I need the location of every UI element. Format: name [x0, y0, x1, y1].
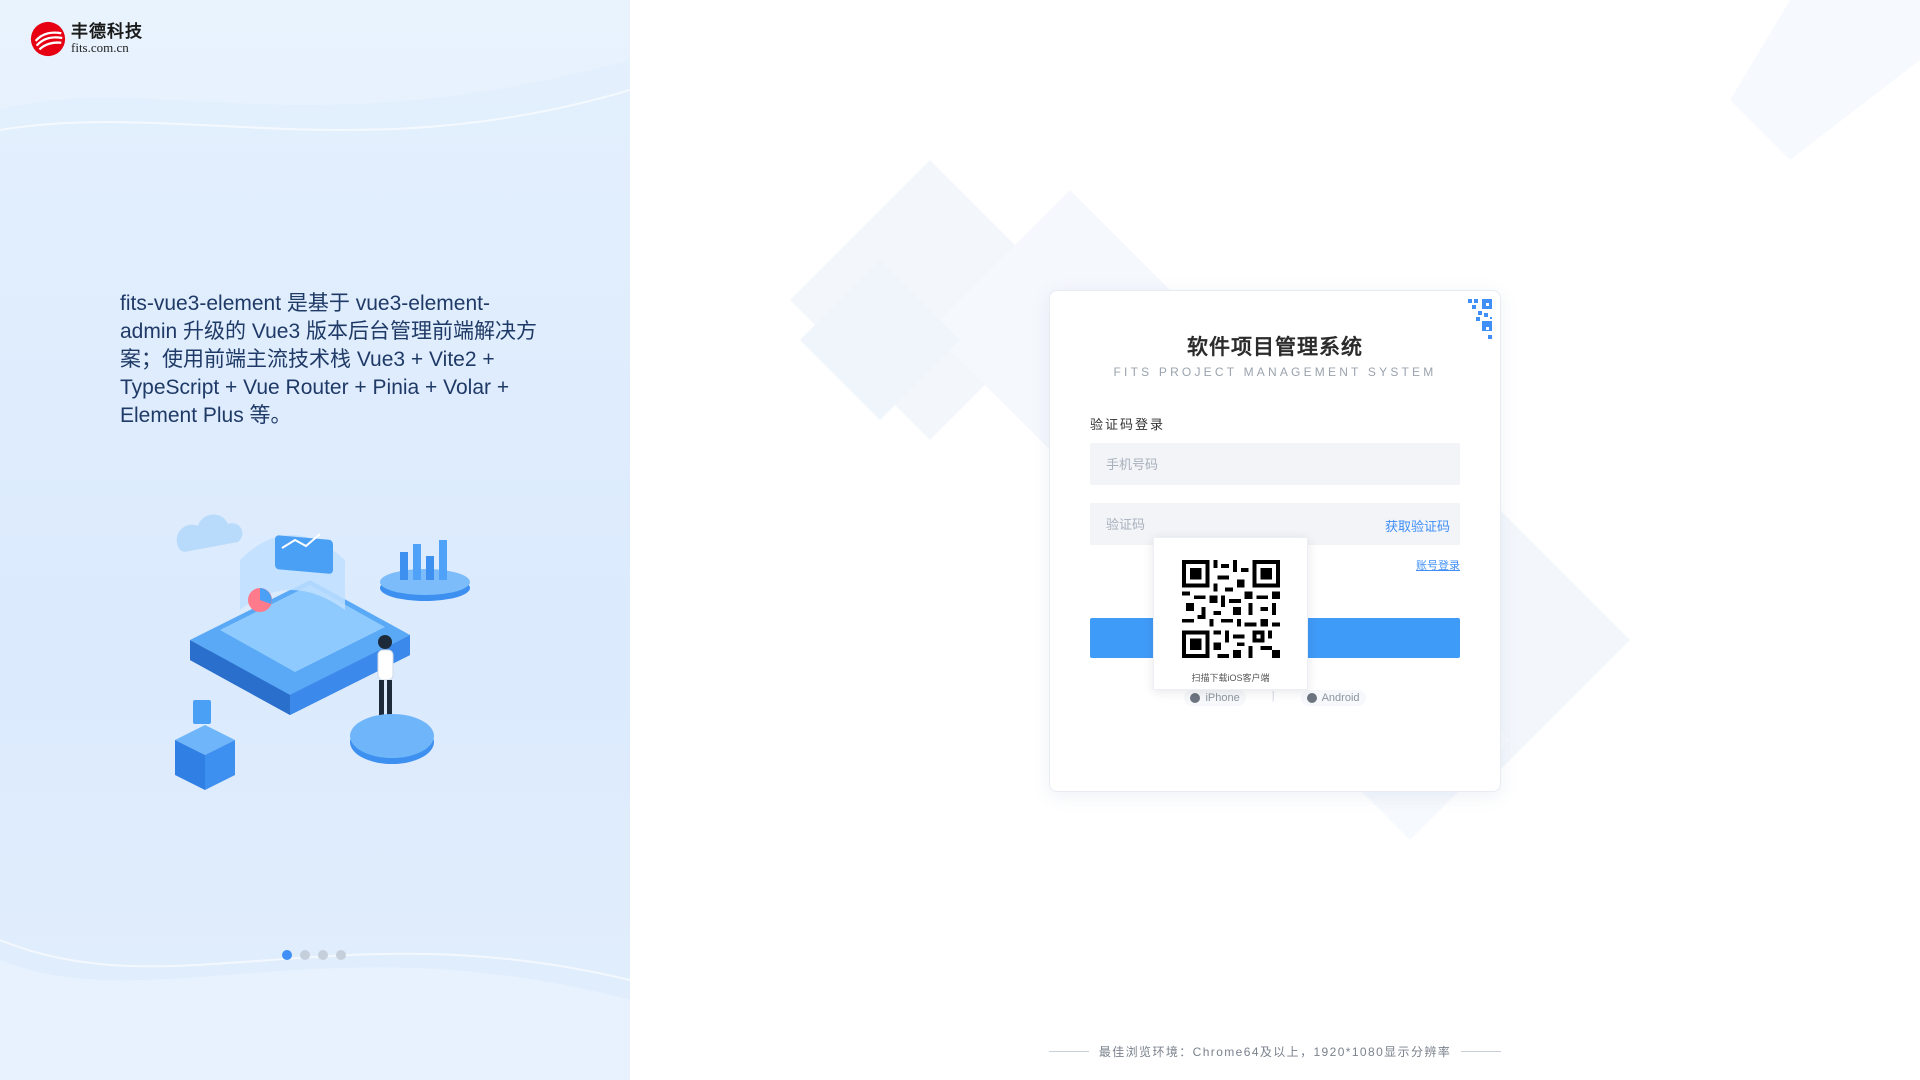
carousel-dot-1[interactable] — [282, 950, 292, 960]
brand-logo: 丰德科技 fits.com.cn — [29, 20, 143, 58]
get-code-button[interactable]: 获取验证码 — [1385, 516, 1450, 535]
app-download-links: iPhone | Android — [1050, 690, 1500, 706]
carousel-dot-2[interactable] — [300, 950, 310, 960]
iphone-label: iPhone — [1205, 692, 1240, 704]
account-login-link[interactable]: 账号登录 — [1416, 557, 1460, 573]
brand-domain: fits.com.cn — [71, 40, 129, 56]
android-label: Android — [1321, 692, 1360, 704]
left-panel: 丰德科技 fits.com.cn fits-vue3-element 是基于 v… — [0, 0, 630, 1080]
ios-qr-popup: 扫描下载iOS客户端 — [1153, 537, 1308, 690]
carousel-dot-4[interactable] — [336, 950, 346, 960]
phone-field — [1090, 443, 1460, 485]
phone-input[interactable] — [1090, 443, 1460, 485]
brand-logo-icon — [30, 21, 66, 57]
apple-icon — [1190, 693, 1201, 703]
wave-decoration-bottom — [0, 939, 630, 1080]
iphone-download-link[interactable]: iPhone — [1184, 690, 1246, 706]
system-title: 软件项目管理系统 — [1187, 336, 1363, 359]
system-subtitle: FITS PROJECT MANAGEMENT SYSTEM — [1113, 365, 1437, 379]
isometric-illustration — [175, 514, 470, 790]
intro-text: fits-vue3-element 是基于 vue3-element-admin… — [120, 292, 537, 427]
android-download-link[interactable]: Android — [1300, 690, 1366, 706]
android-icon — [1306, 693, 1317, 703]
footer-divider-left — [1049, 1051, 1089, 1052]
footer: 最佳浏览环境：Chrome64及以上，1920*1080显示分辨率 — [1049, 1043, 1502, 1060]
qr-caption: 扫描下载iOS客户端 — [1191, 673, 1270, 683]
link-separator: | — [1271, 690, 1275, 702]
carousel-indicator — [282, 950, 346, 960]
ios-download-qr-code — [1182, 560, 1280, 658]
carousel-dot-3[interactable] — [318, 950, 328, 960]
brand-name: 丰德科技 — [71, 21, 143, 41]
footer-divider-right — [1461, 1051, 1502, 1052]
login-mode-label: 验证码登录 — [1090, 417, 1166, 432]
login-card: 软件项目管理系统 FITS PROJECT MANAGEMENT SYSTEM … — [1049, 290, 1501, 792]
footer-text: 最佳浏览环境：Chrome64及以上，1920*1080显示分辨率 — [1098, 1045, 1452, 1059]
